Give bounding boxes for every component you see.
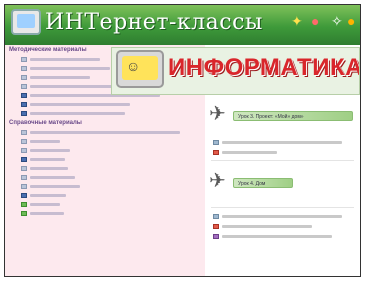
link-text-placeholder [30,176,75,179]
document-icon [213,213,219,219]
lesson-resource-link[interactable] [205,211,360,221]
document-icon [21,175,27,180]
main-content: ✈ Урок 3. Проект: «Мой» дом» ✈ Урок 4. Д… [205,95,360,276]
divider [211,160,354,161]
sidebar-link[interactable] [5,137,205,146]
pencil-icon [21,102,27,107]
lesson-resource-link[interactable] [205,221,360,231]
monitor-logo-icon [11,9,41,35]
archive-icon [213,233,219,239]
pencil-icon [21,193,27,198]
site-header: ИНТернет-классы ✦ ● ✧ ● [5,5,360,45]
sidebar-link[interactable] [5,100,205,109]
pencil-icon [21,111,27,116]
link-text-placeholder [30,194,66,197]
link-text-placeholder [30,112,125,115]
link-text-placeholder [30,58,100,61]
reference-list [5,128,205,218]
link-text-placeholder [30,140,60,143]
section-title-reference: Справочные материалы [9,120,82,126]
link-text-placeholder [222,224,312,228]
sidebar-link[interactable] [5,128,205,137]
divider [211,207,354,208]
sidebar-link[interactable] [5,146,205,155]
link-text-placeholder [30,158,65,161]
document-icon [21,139,27,144]
link-text-placeholder [222,150,277,154]
monitor-mascot-icon: ☺ [116,50,164,88]
link-text-placeholder [222,214,342,218]
document-icon [21,166,27,171]
subject-logo-text: ИНФОРМАТИКА [168,54,360,81]
link-text-placeholder [30,212,64,215]
document-icon [21,75,27,80]
lesson-header: ✈ Урок 3. Проект: «Мой» дом» [205,97,360,137]
sidebar-link[interactable] [5,191,205,200]
image-icon [21,211,27,216]
lesson-title-4[interactable]: Урок 4. Дом [233,178,293,188]
pencil-icon [21,93,27,98]
lesson-resource-link[interactable] [205,137,360,147]
link-text-placeholder [30,131,180,134]
app-window: ИНТернет-классы ✦ ● ✧ ● Методические мат… [4,4,361,277]
lesson-resource-link[interactable] [205,147,360,157]
document-icon [21,66,27,71]
presentation-icon [213,223,219,229]
sparkle-icon: ✧ [331,13,343,29]
document-icon [21,57,27,62]
airplane-icon: ✈ [209,170,226,192]
sidebar-link[interactable] [5,182,205,191]
lesson-4-links [205,211,360,241]
image-icon [21,202,27,207]
link-text-placeholder [30,185,80,188]
link-text-placeholder [30,149,70,152]
lesson-title-3[interactable]: Урок 3. Проект: «Мой» дом» [233,111,353,121]
link-text-placeholder [30,67,110,70]
lesson-header: ✈ Урок 4. Дом [205,164,360,204]
link-text-placeholder [30,103,130,106]
balloon-icon: ● [347,13,356,29]
sidebar-link[interactable] [5,173,205,182]
link-text-placeholder [30,203,60,206]
document-icon [21,184,27,189]
lesson-3-links [205,137,360,157]
presentation-icon [213,149,219,155]
document-icon [21,148,27,153]
sidebar-link[interactable] [5,209,205,218]
sidebar-link[interactable] [5,164,205,173]
sidebar-link[interactable] [5,109,205,118]
lesson-resource-link[interactable] [205,231,360,241]
link-text-placeholder [222,140,342,144]
sidebar-link[interactable] [5,200,205,209]
document-icon [213,139,219,145]
link-text-placeholder [30,76,90,79]
star-icon: ✦ [291,13,303,29]
airplane-icon: ✈ [209,103,226,125]
pencil-icon [21,157,27,162]
subject-logo: ☺ ИНФОРМАТИКА [111,47,360,95]
link-text-placeholder [30,167,68,170]
sidebar-link[interactable] [5,155,205,164]
balloon-icon: ● [311,13,320,29]
site-title[interactable]: ИНТернет-классы [45,10,263,35]
document-icon [21,84,27,89]
document-icon [21,130,27,135]
link-text-placeholder [222,234,332,238]
